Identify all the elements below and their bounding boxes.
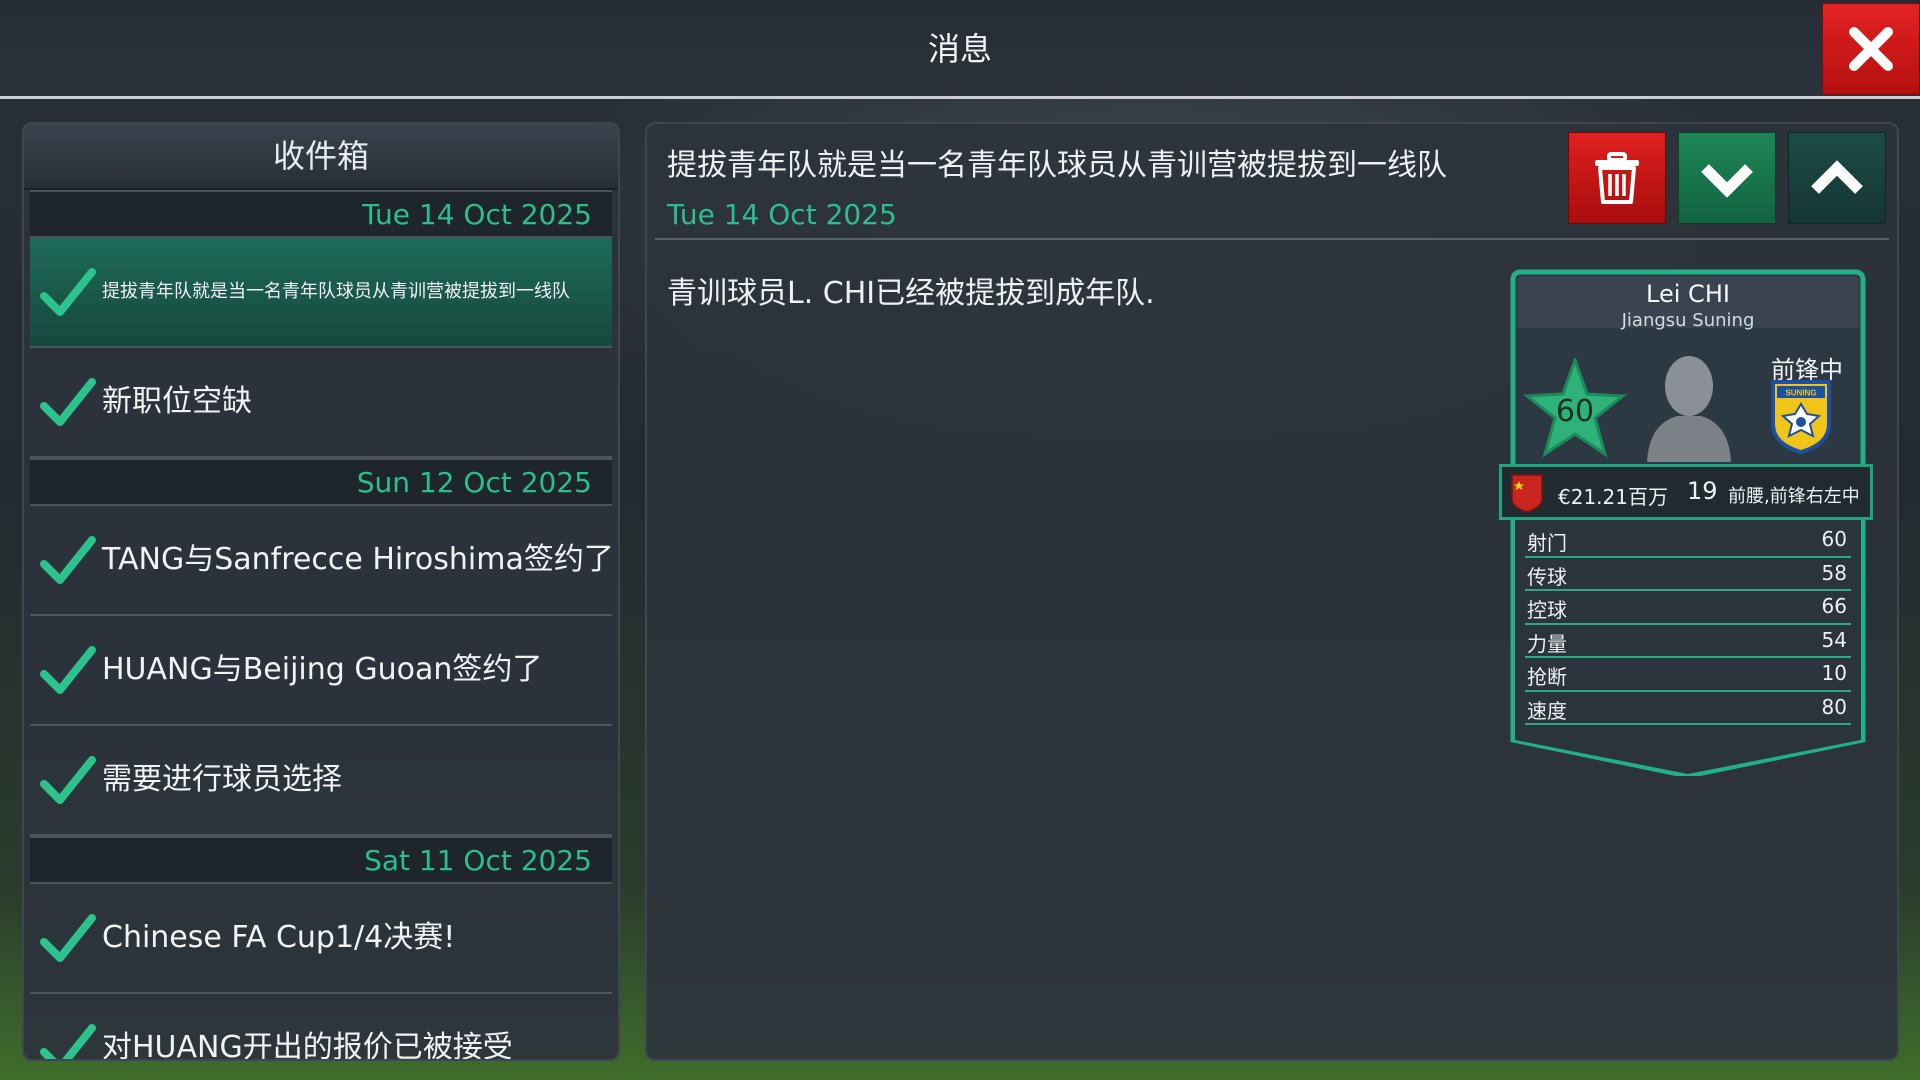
stat-value: 54 xyxy=(1821,627,1847,652)
message-item[interactable]: 对HUANG开出的报价已被接受 xyxy=(30,994,612,1059)
chevron-down-icon xyxy=(1701,164,1753,198)
stat-name: 射门 xyxy=(1527,531,1567,555)
stat-name: 传球 xyxy=(1527,564,1567,589)
message-item[interactable]: HUANG与Beijing Guoan签约了 xyxy=(30,616,612,726)
player-stats: 射门 60 传球 58 控球 66 力量 54 抢断 10 速度 80 xyxy=(1525,524,1851,725)
stat-name: 速度 xyxy=(1527,698,1567,723)
top-divider xyxy=(0,96,1920,99)
check-icon xyxy=(40,536,96,584)
player-silhouette-icon xyxy=(1647,356,1731,462)
message-detail-panel: 提拔青年队就是当一名青年队球员从青训营被提拔到一线队 Tue 14 Oct 20… xyxy=(645,122,1899,1061)
stat-value: 58 xyxy=(1821,560,1847,585)
page-title: 消息 xyxy=(927,30,992,68)
message-label: 提拔青年队就是当一名青年队球员从青训营被提拔到一线队 xyxy=(102,281,570,302)
message-label: 新职位空缺 xyxy=(102,384,252,419)
player-roles: 前腰,前锋右左中 xyxy=(1728,486,1860,507)
player-card[interactable]: Lei CHI Jiangsu Suning 前锋中 60 SUNING €21… xyxy=(1499,268,1873,776)
message-label: HUANG与Beijing Guoan签约了 xyxy=(102,652,543,687)
china-flag-icon xyxy=(1511,474,1543,513)
player-info-bar: €21.21百万 19 前腰,前锋右左中 xyxy=(1499,464,1873,520)
stat-row: 速度 80 xyxy=(1525,692,1851,725)
top-bar: 消息 xyxy=(0,0,1920,98)
date-header: Tue 14 Oct 2025 xyxy=(30,190,612,238)
check-icon xyxy=(40,268,96,316)
message-item[interactable]: 提拔青年队就是当一名青年队球员从青训营被提拔到一线队 xyxy=(30,238,612,348)
stat-name: 力量 xyxy=(1527,631,1567,656)
check-icon xyxy=(40,378,96,426)
date-header: Sun 12 Oct 2025 xyxy=(30,458,612,506)
player-value: €21.21百万 xyxy=(1558,485,1668,509)
message-label: Chinese FA Cup1/4决赛! xyxy=(102,920,456,955)
message-label: 需要进行球员选择 xyxy=(102,762,342,797)
detail-divider xyxy=(655,238,1889,240)
stat-value: 80 xyxy=(1821,694,1847,719)
delete-button[interactable] xyxy=(1568,132,1666,224)
message-item[interactable]: 需要进行球员选择 xyxy=(30,726,612,836)
check-icon xyxy=(40,914,96,962)
check-icon xyxy=(40,756,96,804)
chevron-up-icon xyxy=(1811,160,1863,194)
stat-row: 射门 60 xyxy=(1525,524,1851,558)
message-body: 青训球员L. CHI已经被提拔到成年队. xyxy=(667,276,1155,311)
stat-name: 控球 xyxy=(1527,598,1567,622)
player-name: Lei CHI xyxy=(1646,280,1730,308)
message-list[interactable]: Tue 14 Oct 2025 提拔青年队就是当一名青年队球员从青训营被提拔到一… xyxy=(30,190,612,1059)
message-item[interactable]: Chinese FA Cup1/4决赛! xyxy=(30,884,612,994)
stat-row: 控球 66 xyxy=(1525,591,1851,625)
stat-name: 抢断 xyxy=(1527,665,1567,689)
date-header: Sat 11 Oct 2025 xyxy=(30,836,612,884)
message-label: 对HUANG开出的报价已被接受 xyxy=(102,1030,513,1059)
message-label: TANG与Sanfrecce Hiroshima签约了 xyxy=(102,542,612,577)
check-icon xyxy=(40,646,96,694)
message-subject: 提拔青年队就是当一名青年队球员从青训营被提拔到一线队 xyxy=(667,148,1447,183)
previous-message-button[interactable] xyxy=(1788,132,1886,224)
inbox-panel: 收件箱 Tue 14 Oct 2025 提拔青年队就是当一名青年队球员从青训营被… xyxy=(22,122,620,1061)
stat-value: 66 xyxy=(1821,594,1847,618)
stat-row: 传球 58 xyxy=(1525,558,1851,591)
stat-row: 抢断 10 xyxy=(1525,658,1851,692)
stat-value: 60 xyxy=(1821,527,1847,551)
message-item[interactable]: 新职位空缺 xyxy=(30,348,612,458)
inbox-title: 收件箱 xyxy=(24,124,618,190)
trash-icon xyxy=(1595,152,1639,204)
player-club: Jiangsu Suning xyxy=(1621,310,1755,331)
stat-value: 10 xyxy=(1821,661,1847,685)
player-rating: 60 xyxy=(1555,394,1595,429)
club-badge-text: SUNING xyxy=(1785,389,1816,398)
check-icon xyxy=(40,1024,96,1059)
close-icon xyxy=(1849,27,1893,71)
message-date: Tue 14 Oct 2025 xyxy=(667,198,897,231)
player-age: 19 xyxy=(1687,477,1718,505)
close-button[interactable] xyxy=(1822,3,1920,95)
stat-row: 力量 54 xyxy=(1525,625,1851,658)
message-item[interactable]: TANG与Sanfrecce Hiroshima签约了 xyxy=(30,506,612,616)
next-message-button[interactable] xyxy=(1678,132,1776,224)
club-badge-icon: SUNING xyxy=(1771,380,1831,454)
